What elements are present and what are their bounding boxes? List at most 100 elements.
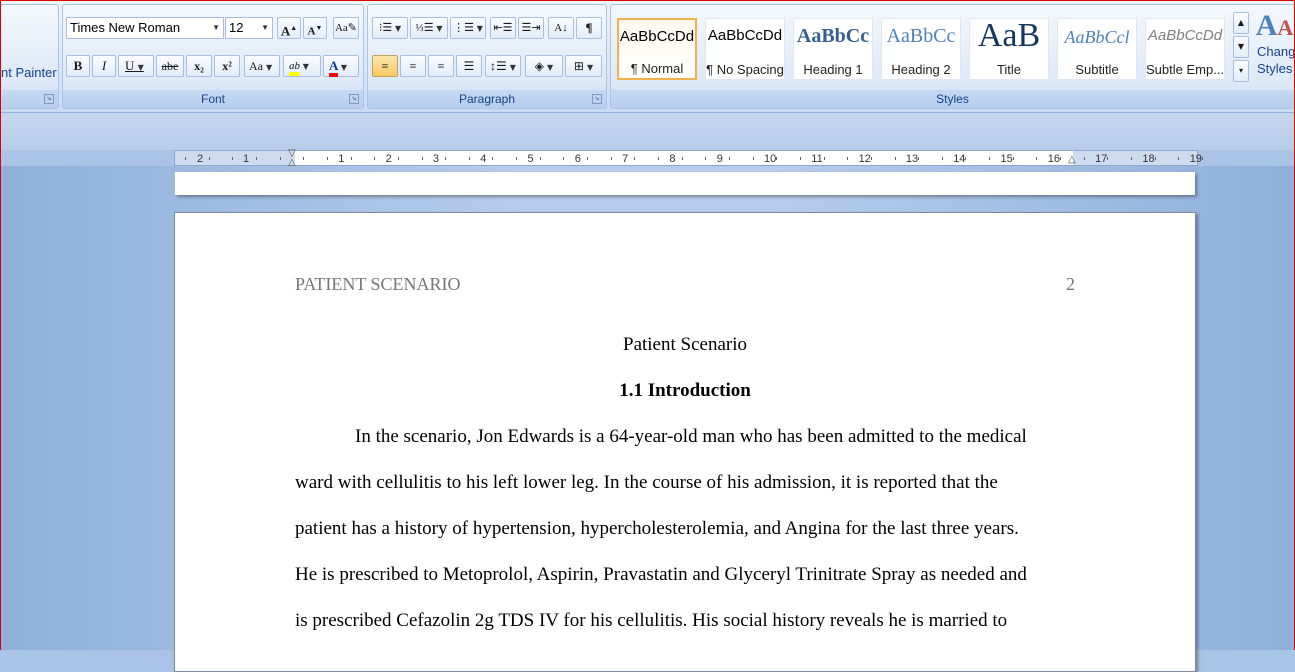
ruler-number: 5 [527,153,534,165]
style-sample: AaBbCc [796,25,870,47]
style-name: Heading 2 [891,62,951,77]
right-indent-marker[interactable]: △ [1068,155,1076,165]
paragraph-launcher-icon[interactable]: ↘ [592,94,602,104]
font-name-combo[interactable]: Times New Roman ▼ [66,17,224,39]
style-sample: AaBbCc [886,25,956,47]
increase-indent-icon: ☰⇥ [521,22,541,34]
style-heading-2[interactable]: AaBbCc Heading 2 [881,18,961,80]
horizontal-ruler[interactable]: 2 1 1 2 3 4 5 6 7 8 9 10 11 12 13 14 15 16 17 18 19 ▽ △ △ [174,149,1203,168]
subscript-button[interactable]: x₂ [186,55,212,77]
ruler-tick [539,157,541,160]
document-title: Patient Scenario [623,334,747,355]
chevron-down-icon: ▼ [340,63,348,72]
chevron-down-icon: ▼ [266,63,273,72]
ruler-band [0,113,1295,150]
align-right-button[interactable]: ≡ [428,55,454,77]
ruler-tick [1131,157,1132,160]
clear-formatting-button[interactable]: Aa✎ [333,17,359,39]
bullets-icon: ⁝☰ [378,22,393,34]
change-styles-button[interactable]: AA Chang Styles [1253,11,1295,91]
styles-scroll-down-button[interactable]: ▼ [1233,36,1249,58]
styles-group-label: Styles [611,90,1294,108]
ruler-tick [918,157,920,160]
ruler-number: 10 [764,153,777,165]
decrease-indent-button[interactable]: ⇤☰ [490,17,516,39]
ruler-number: 8 [669,153,676,165]
numbering-button[interactable]: ⅓☰ ▼ [410,17,448,39]
multilevel-list-button[interactable]: ⋮☰ ▼ [450,17,486,39]
superscript-button[interactable]: x² [214,55,240,77]
ruler-number: 1 [338,153,345,165]
font-name-value: Times New Roman [70,20,181,35]
chevron-down-icon: ▼ [302,62,309,71]
sort-button[interactable]: A↓ [548,17,574,39]
style-subtle-emphasis[interactable]: AaBbCcDd Subtle Emp... [1145,18,1225,80]
font-color-button[interactable]: A ▼ [323,55,359,77]
line-spacing-button[interactable]: ↕☰ ▼ [485,55,521,77]
italic-button[interactable]: I [92,55,116,77]
paragraph-line: ward with cellulitis to his left lower l… [295,472,998,493]
style-title[interactable]: AaB Title [969,17,1049,80]
style-normal[interactable]: AaBbCcDd ¶ Normal [617,18,697,80]
ruler-tick [587,157,589,160]
ruler-tick [468,157,470,160]
shading-button[interactable]: ◈ ▼ [525,55,563,77]
show-marks-button[interactable]: ¶ [576,17,602,39]
previous-page-bottom [175,172,1195,195]
ruler-left-margin [175,151,295,165]
ruler-number: 4 [480,153,487,165]
change-case-button[interactable]: Aa ▼ [244,55,280,77]
font-launcher-icon[interactable]: ↘ [349,94,359,104]
bold-icon: B [73,58,83,73]
chevron-down-icon: ▼ [586,63,594,72]
grow-font-button[interactable]: A▲ [277,17,301,39]
highlight-button[interactable]: ab ▼ [283,55,321,77]
ruler-tick [445,157,447,160]
ruler-tick [610,157,612,160]
format-painter-button[interactable]: nt Painter [1,65,57,80]
ruler-tick [776,157,778,160]
justify-button[interactable]: ☰ [456,55,482,77]
style-heading-1[interactable]: AaBbCc Heading 1 [793,18,873,80]
style-name: ¶ Normal [630,61,684,76]
align-left-button[interactable]: ≡ [372,55,398,77]
clipboard-launcher-icon[interactable]: ↘ [44,94,54,104]
chevron-down-icon: ▼ [137,63,144,72]
bold-button[interactable]: B [66,55,90,77]
paragraph-group: ⁝☰ ▼ ⅓☰ ▼ ⋮☰ ▼ ⇤☰ ☰⇥ A↓ ¶ ≡ ≡ ≡ ☰ ↕☰ ▼ ◈… [367,4,607,109]
underline-button[interactable]: U ▼ [118,55,154,77]
style-no-spacing[interactable]: AaBbCcDd ¶ No Spacing [705,18,785,80]
chevron-down-icon: ▼ [436,24,443,33]
pilcrow-icon: ¶ [585,20,593,35]
ruler-tick [705,157,707,160]
ruler-tick [989,157,991,160]
ruler-number: 3 [432,153,440,165]
superscript-icon: x² [222,59,232,73]
align-center-button[interactable]: ≡ [400,55,426,77]
font-size-value: 12 [229,20,244,35]
borders-button[interactable]: ⊞ ▼ [565,55,602,77]
line-spacing-icon: ↕☰ [490,59,507,73]
styles-group: AaBbCcDd ¶ Normal AaBbCcDd ¶ No Spacing … [610,4,1295,109]
styles-scroll-up-button[interactable]: ▲ [1233,12,1249,34]
ruler-tick [752,157,754,160]
style-name: Heading 1 [803,62,863,77]
styles-more-button[interactable]: ▾ [1233,60,1249,82]
style-subtitle[interactable]: AaBbCcl Subtitle [1057,18,1137,80]
document-page[interactable]: PATIENT SCENARIO 2 Patient Scenario 1.1 … [174,212,1196,672]
ruler-number: 18 [1142,153,1155,165]
ruler-tick [232,157,234,160]
ruler-tick [658,157,659,160]
bullets-button[interactable]: ⁝☰ ▼ [372,17,408,39]
chevron-down-icon: ▼ [212,23,220,32]
paragraph-line: In the scenario, Jon Edwards is a 64-yea… [355,426,1027,447]
multilevel-list-icon: ⋮☰ [453,22,474,34]
ruler-tick [1036,157,1038,160]
shrink-font-button[interactable]: A▼ [303,17,327,39]
strikethrough-button[interactable]: abe [156,55,184,77]
increase-indent-button[interactable]: ☰⇥ [518,17,544,39]
ruler-tick [350,157,352,160]
grow-font-icon: A [280,23,291,39]
change-styles-label: Chang [1257,44,1295,59]
font-size-combo[interactable]: 12 ▼ [225,17,273,39]
